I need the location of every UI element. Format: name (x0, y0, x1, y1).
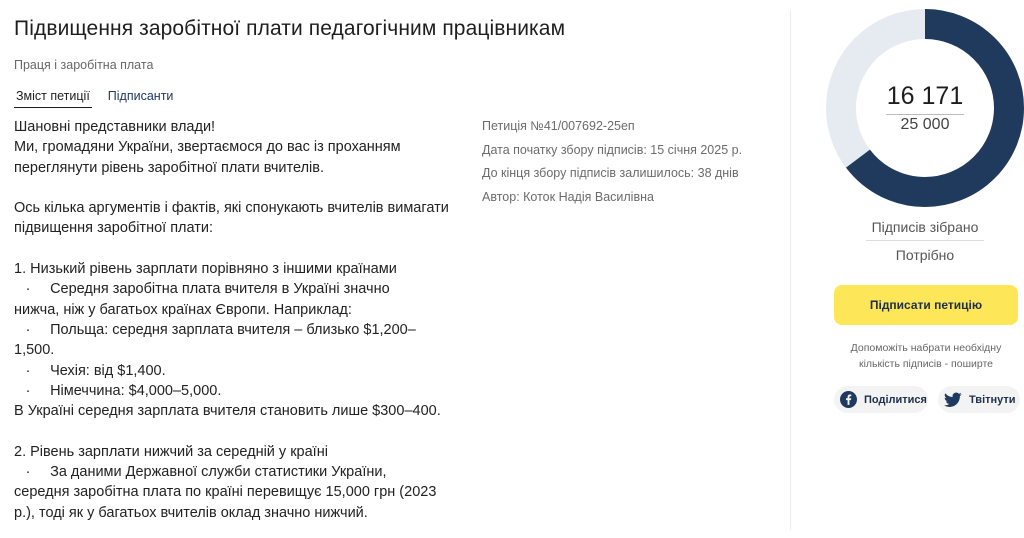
petition-meta: Петиція №41/007692-25еп Дата початку збо… (482, 115, 742, 209)
collected-label: Підписів зібрано (866, 219, 984, 241)
start-date: Дата початку збору підписів: 15 січня 20… (482, 142, 743, 157)
body-list-item: · Польща: середня зарплата вчителя – бли… (14, 320, 454, 340)
body-line: Ми, громадяни України, звертаємося до ва… (14, 139, 401, 156)
tab-petition-content[interactable]: Зміст петиції (14, 87, 92, 108)
signatures-collected-count: 16 171 (886, 82, 964, 110)
share-help-text: Допоможіть набрати необхідну кількість п… (834, 341, 1018, 372)
sign-petition-button[interactable]: Підписати петицію (834, 285, 1018, 325)
days-left: До кінця збору підписів залишилось: 38 д… (482, 166, 739, 180)
share-facebook-label: Поділитися (864, 393, 927, 406)
body-list-item: · Чехія: від $1,400. (14, 361, 454, 381)
petition-body: Шановні представники влади! Ми, громадян… (14, 117, 454, 523)
body-line: р.), тоді як у багатьох вчителів оклад з… (14, 504, 368, 521)
bullet-glyph: · (25, 382, 31, 399)
body-line: підвищення заробітної плати: (14, 220, 214, 237)
body-line (14, 421, 454, 441)
body-line: 1. Низький рівень зарплати порівняно з і… (14, 261, 397, 278)
column-divider (790, 10, 791, 530)
needed-label: Потрібно (895, 247, 955, 263)
bullet-glyph: · (25, 281, 31, 298)
body-line: нижча, ніж у багатьох країнах Європи. На… (14, 301, 352, 318)
body-line (14, 239, 454, 259)
signatures-needed-count: 25 000 (900, 116, 950, 133)
body-list-item: · Німеччина: $4,000–5,000. (14, 381, 454, 401)
facebook-icon (840, 391, 857, 408)
body-line: середня заробітна плата по країні переви… (14, 484, 437, 501)
help-line: кількість підписів - поширте (858, 357, 994, 370)
count-divider (886, 114, 964, 115)
tab-signers[interactable]: Підписанти (106, 87, 176, 108)
body-line: переглянути рівень заробітної плати вчит… (14, 159, 324, 176)
body-line: Середня заробітна плата вчителя в Україн… (50, 281, 390, 298)
bullet-glyph: · (25, 321, 31, 338)
body-line: Німеччина: $4,000–5,000. (50, 382, 222, 399)
body-line: Польща: середня зарплата вчителя – близь… (50, 321, 416, 338)
petition-title: Підвищення заробітної плати педагогічним… (14, 17, 566, 40)
body-line (14, 178, 454, 198)
twitter-icon (944, 392, 962, 407)
bullet-glyph: · (25, 362, 31, 379)
body-line: За даними Державної служби статистики Ук… (50, 464, 387, 481)
body-list-item: · За даними Державної служби статистики … (14, 462, 454, 482)
body-line: Чехія: від $1,400. (50, 362, 166, 379)
petition-tabs: Зміст петиції Підписанти (14, 87, 189, 108)
petition-number: Петиція №41/007692-25еп (482, 119, 635, 133)
share-twitter-label: Твітнути (969, 393, 1016, 406)
bullet-glyph: · (25, 464, 31, 481)
body-line: 1,500. (14, 342, 55, 359)
share-facebook-button[interactable]: Поділитися (834, 386, 928, 413)
author: Автор: Коток Надія Василівна (482, 189, 654, 204)
body-line: Ось кілька аргументів і фактів, які спон… (14, 200, 449, 217)
help-line: Допоможіть набрати необхідну (850, 342, 1002, 354)
body-line: В Україні середня зарплата вчителя стано… (14, 403, 441, 420)
body-list-item: · Середня заробітна плата вчителя в Укра… (14, 279, 454, 299)
body-line: Шановні представники влади! (14, 119, 216, 135)
body-line: 2. Рівень зарплати нижчий за середній у … (14, 443, 328, 460)
share-twitter-button[interactable]: Твітнути (938, 386, 1020, 413)
petition-category[interactable]: Праця і заробітна плата (14, 58, 153, 72)
